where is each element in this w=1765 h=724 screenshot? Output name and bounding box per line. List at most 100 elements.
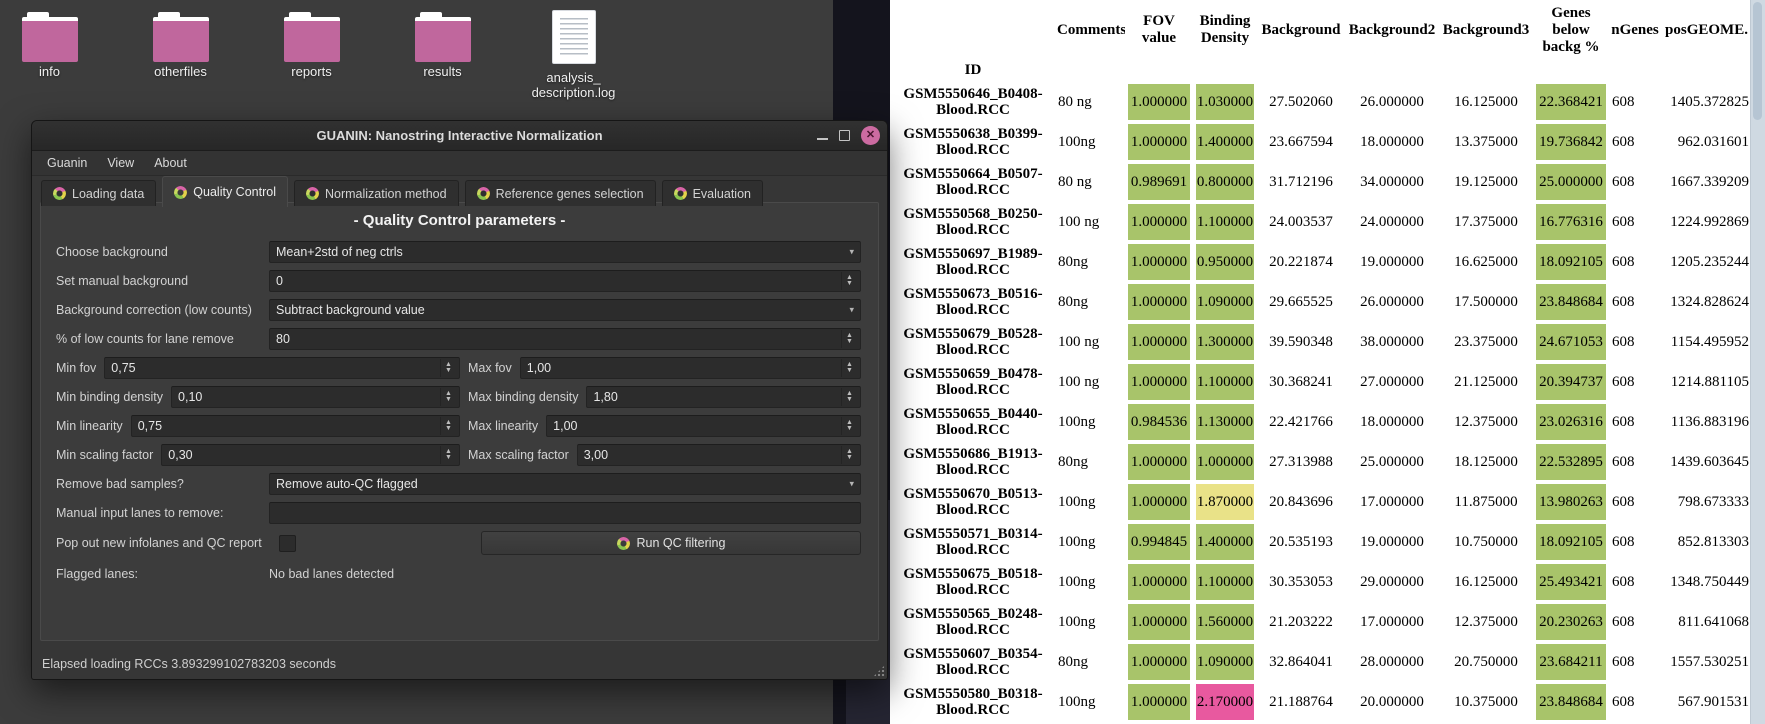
guanin-window: GUANIN: Nanostring Interactive Normaliza… [31, 120, 888, 680]
spinner-arrows-icon[interactable]: ▲ ▼ [440, 359, 456, 377]
tab-normalization-method[interactable]: Normalization method [293, 180, 459, 206]
background-cell: 21.203222 [1269, 614, 1333, 630]
qc-form: Choose background Mean+2std of neg ctrls ▾… [41, 229, 878, 585]
spin-down-icon[interactable]: ▼ [846, 454, 853, 461]
background2-cell: 27.000000 [1360, 374, 1424, 390]
spin-down-icon[interactable]: ▼ [846, 396, 853, 403]
column-header: Binding Density [1199, 13, 1251, 46]
spinner-arrows-icon[interactable]: ▲ ▼ [841, 359, 857, 377]
run-qc-filtering-button[interactable]: Run QC filtering [481, 531, 861, 555]
spinner-arrows-icon[interactable]: ▲ ▼ [841, 388, 857, 406]
background2-cell: 34.000000 [1360, 174, 1424, 190]
spin-min-scaling-factor[interactable]: 0,30 ▲ ▼ [161, 444, 460, 466]
tab-label: Loading data [72, 186, 145, 201]
desktop-icon-analysis[interactable]: analysis_ description.log [508, 10, 639, 100]
spinner-arrows-icon[interactable]: ▲ ▼ [841, 417, 857, 435]
spinner-arrows-icon[interactable]: ▲ ▼ [440, 446, 456, 464]
desktop-icon-otherfiles[interactable]: otherfiles [115, 12, 246, 100]
spin-max-binding-density[interactable]: 1,80 ▲ ▼ [586, 386, 861, 408]
chevron-down-icon: ▾ [849, 304, 854, 315]
spin--of-low-counts-for-lane-remove[interactable]: 80 ▲ ▼ [269, 328, 861, 350]
tab-loading-data[interactable]: Loading data [41, 180, 157, 206]
posgeomean-cell: 567.901531 [1677, 694, 1749, 710]
spin-max-linearity[interactable]: 1,00 ▲ ▼ [546, 415, 861, 437]
ngenes-cell: 608 [1612, 454, 1635, 470]
menu-item-about[interactable]: About [144, 156, 197, 170]
menu-item-view[interactable]: View [97, 156, 144, 170]
posgeomean-cell: 1324.828624 [1670, 294, 1749, 310]
fov-cell: 1.000000 [1125, 562, 1193, 602]
binding-density-cell: 1.000000 [1193, 442, 1257, 482]
spinner-arrows-icon[interactable]: ▲ ▼ [440, 388, 456, 406]
sample-id-cell: GSM5550664_B0507-Blood.RCC [903, 166, 1043, 198]
tab-quality-control[interactable]: Quality Control [162, 176, 288, 207]
background-cell: 23.667594 [1269, 134, 1333, 150]
spin-down-icon[interactable]: ▼ [846, 425, 853, 432]
desktop-icon-reports[interactable]: reports [246, 12, 377, 100]
desktop-icon-info[interactable]: info [0, 12, 115, 100]
combo-choose-background[interactable]: Mean+2std of neg ctrls ▾ [269, 241, 861, 263]
popout-checkbox[interactable] [278, 534, 296, 552]
spin-down-icon[interactable]: ▼ [445, 454, 452, 461]
menu-item-guanin[interactable]: Guanin [37, 156, 97, 170]
background-cell: 31.712196 [1269, 174, 1333, 190]
spin-down-icon[interactable]: ▼ [445, 367, 452, 374]
sample-id-cell: GSM5550571_B0314-Blood.RCC [903, 526, 1043, 558]
background-cell: 30.353053 [1269, 574, 1333, 590]
spin-down-icon[interactable]: ▼ [846, 367, 853, 374]
guanin-logo-icon [174, 185, 188, 199]
spinner-arrows-icon[interactable]: ▲ ▼ [841, 272, 857, 290]
spin-set-manual-background[interactable]: 0 ▲ ▼ [269, 270, 861, 292]
ngenes-cell: 608 [1612, 414, 1635, 430]
binding-density-cell: 0.800000 [1193, 162, 1257, 202]
background-cell: 20.535193 [1269, 534, 1333, 550]
spin-down-icon[interactable]: ▼ [445, 396, 452, 403]
spin-min-fov[interactable]: 0,75 ▲ ▼ [104, 357, 460, 379]
background2-cell: 20.000000 [1360, 694, 1424, 710]
form-row-pair: Min linearity 0,75 ▲ ▼ Max linearity 1,00 ▲ ▼ [56, 415, 861, 437]
posgeomean-cell: 1405.372825 [1670, 94, 1749, 110]
posgeomean-cell: 798.673333 [1677, 494, 1749, 510]
combo-remove-bad-samples-[interactable]: Remove auto-QC flagged ▾ [269, 473, 861, 495]
qc-results-panel: Comments FOV value Binding Density Backgrou… [890, 0, 1765, 724]
text-manual-input-lanes-to-remove-[interactable] [269, 502, 861, 524]
fov-cell: 1.000000 [1125, 82, 1193, 122]
sample-id-cell: GSM5550565_B0248-Blood.RCC [903, 606, 1043, 638]
binding-density-cell: 1.130000 [1193, 402, 1257, 442]
file-icon [551, 10, 596, 64]
table-scrollbar[interactable] [1750, 0, 1765, 724]
titlebar[interactable]: GUANIN: Nanostring Interactive Normaliza… [32, 121, 887, 151]
table-scrollbar-thumb[interactable] [1753, 2, 1762, 120]
genes-below-backg-cell: 22.532895 [1533, 442, 1609, 482]
form-row-pair: Min scaling factor 0,30 ▲ ▼ Max scaling fact… [56, 444, 861, 466]
spinner-arrows-icon[interactable]: ▲ ▼ [440, 417, 456, 435]
posgeomean-cell: 1667.339209 [1670, 174, 1749, 190]
binding-density-cell: 1.400000 [1193, 122, 1257, 162]
spin-down-icon[interactable]: ▼ [445, 425, 452, 432]
tab-reference-genes-selection[interactable]: Reference genes selection [464, 180, 656, 206]
table-row: GSM5550679_B0528-Blood.RCC 100 ng 1.000000… [891, 322, 1752, 362]
comments-cell: 100 ng [1058, 334, 1100, 350]
tab-evaluation[interactable]: Evaluation [661, 180, 763, 206]
spinner-arrows-icon[interactable]: ▲ ▼ [841, 446, 857, 464]
spin-down-icon[interactable]: ▼ [846, 338, 853, 345]
spin-min-linearity[interactable]: 0,75 ▲ ▼ [130, 415, 460, 437]
background3-cell: 12.375000 [1454, 414, 1518, 430]
resize-grip[interactable] [873, 665, 885, 677]
table-row: GSM5550607_B0354-Blood.RCC 80ng 1.000000 1.… [891, 642, 1752, 682]
spin-max-scaling-factor[interactable]: 3,00 ▲ ▼ [576, 444, 861, 466]
fov-cell: 1.000000 [1125, 602, 1193, 642]
minimize-button[interactable] [817, 137, 828, 140]
maximize-button[interactable] [839, 130, 850, 141]
desktop-icon-results[interactable]: results [377, 12, 508, 100]
spin-min-binding-density[interactable]: 0,10 ▲ ▼ [171, 386, 460, 408]
genes-below-backg-cell: 25.000000 [1533, 162, 1609, 202]
genes-below-backg-cell: 23.848684 [1533, 682, 1609, 722]
spinner-arrows-icon[interactable]: ▲ ▼ [841, 330, 857, 348]
spin-down-icon[interactable]: ▼ [846, 280, 853, 287]
spin-max-fov[interactable]: 1,00 ▲ ▼ [519, 357, 861, 379]
field-label: Min scaling factor [56, 448, 154, 462]
desktop-icons: info otherfiles reports results analysis_ des… [0, 10, 639, 100]
close-button[interactable]: ✕ [861, 126, 880, 145]
combo-background-correction-low-counts-[interactable]: Subtract background value ▾ [269, 299, 861, 321]
